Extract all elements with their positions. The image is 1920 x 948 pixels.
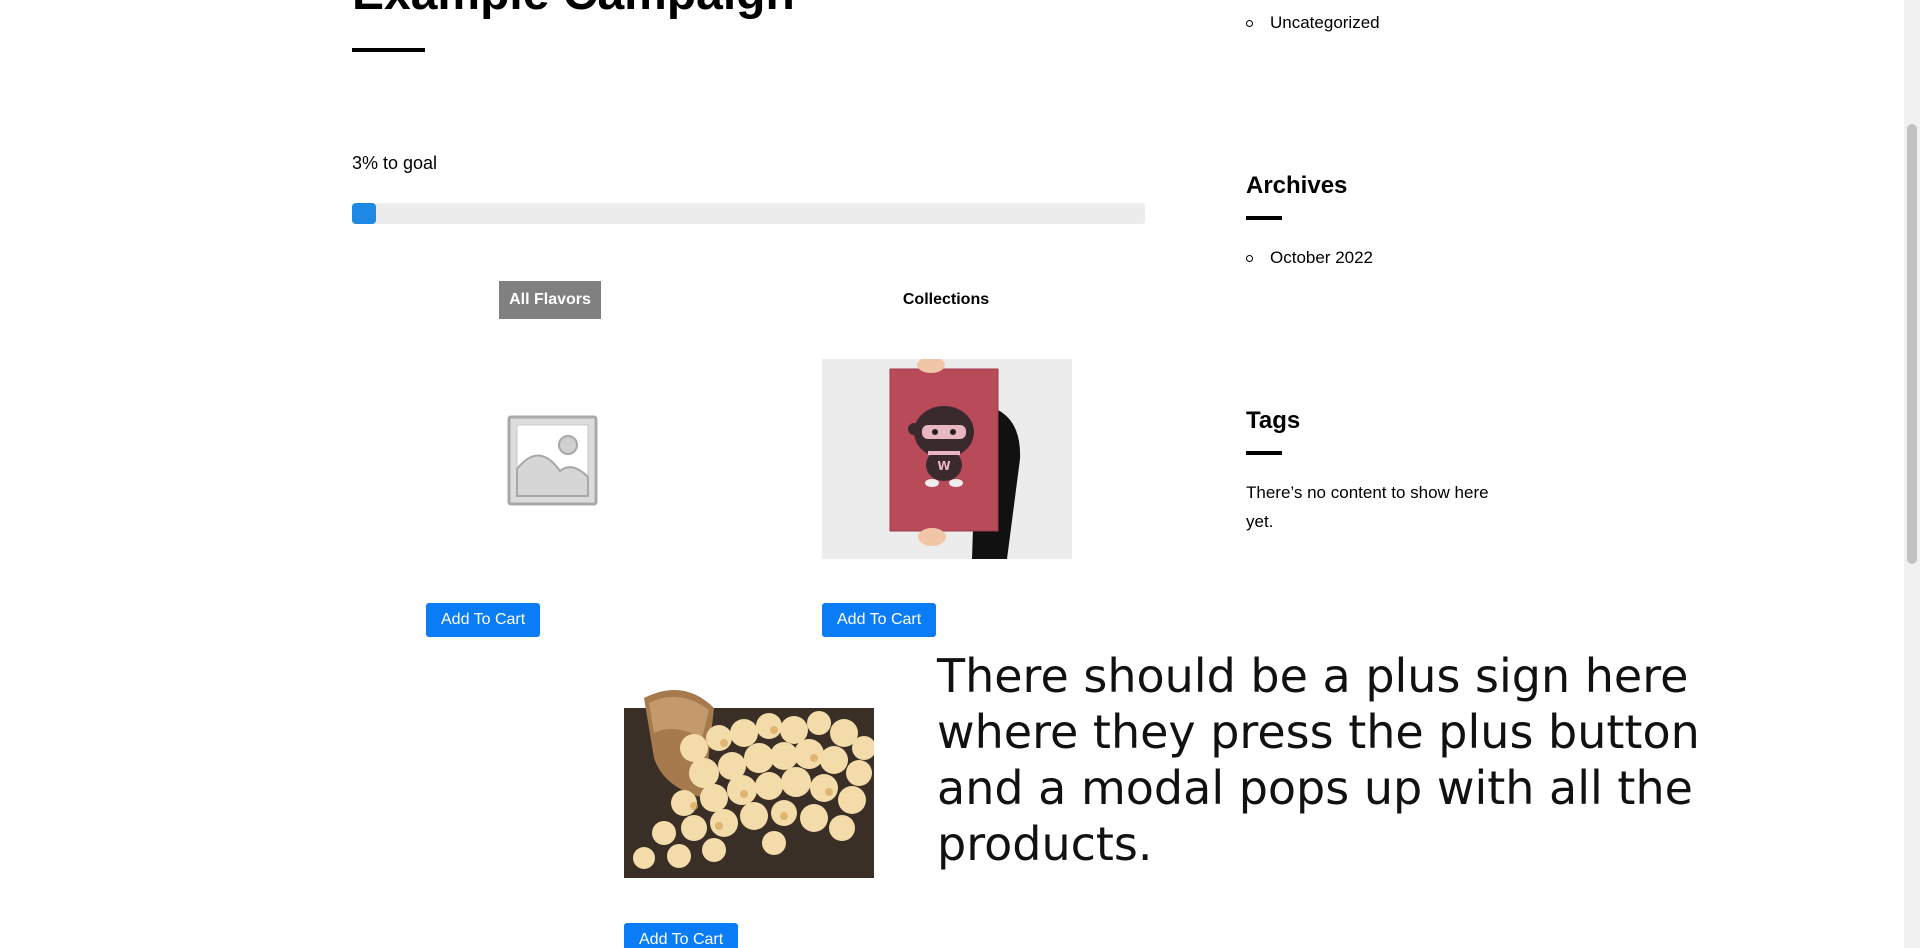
tab-collections[interactable]: Collections <box>880 281 1012 319</box>
campaign-title: Example Campaign <box>352 0 795 18</box>
goal-progress-bar <box>352 203 1145 224</box>
title-underline <box>352 48 425 52</box>
page-scrollbar[interactable] <box>1904 0 1920 948</box>
add-to-cart-button[interactable]: Add To Cart <box>822 603 937 637</box>
scrollbar-thumb[interactable] <box>1907 124 1917 564</box>
svg-text:W: W <box>937 459 950 473</box>
sidebar-archives-heading: Archives <box>1246 172 1348 199</box>
add-to-cart-button[interactable]: Add To Cart <box>624 923 739 948</box>
sidebar-tags-empty-text: There’s no content to show here yet. <box>1246 483 1489 531</box>
tab-all-flavors[interactable]: All Flavors <box>499 281 601 319</box>
goal-progress-fill <box>352 203 376 224</box>
page: Example Campaign 3% to goal All Flavors … <box>0 0 1920 948</box>
tags-underline <box>1246 451 1282 455</box>
add-to-cart-button[interactable]: Add To Cart <box>426 603 541 637</box>
goal-progress-text: 3% to goal <box>352 153 438 173</box>
product-popcorn-image[interactable] <box>624 678 874 878</box>
annotation-note: There should be a plus sign here where t… <box>937 649 1700 871</box>
archives-underline <box>1246 216 1282 220</box>
product-placeholder-image[interactable] <box>427 359 677 559</box>
sidebar-tags-heading: Tags <box>1246 407 1301 434</box>
sidebar-archive-october-2022[interactable]: October 2022 <box>1246 248 1373 268</box>
product-ninja-poster-image[interactable]: W <box>822 359 1072 559</box>
sidebar-category-uncategorized[interactable]: Uncategorized <box>1246 13 1380 33</box>
